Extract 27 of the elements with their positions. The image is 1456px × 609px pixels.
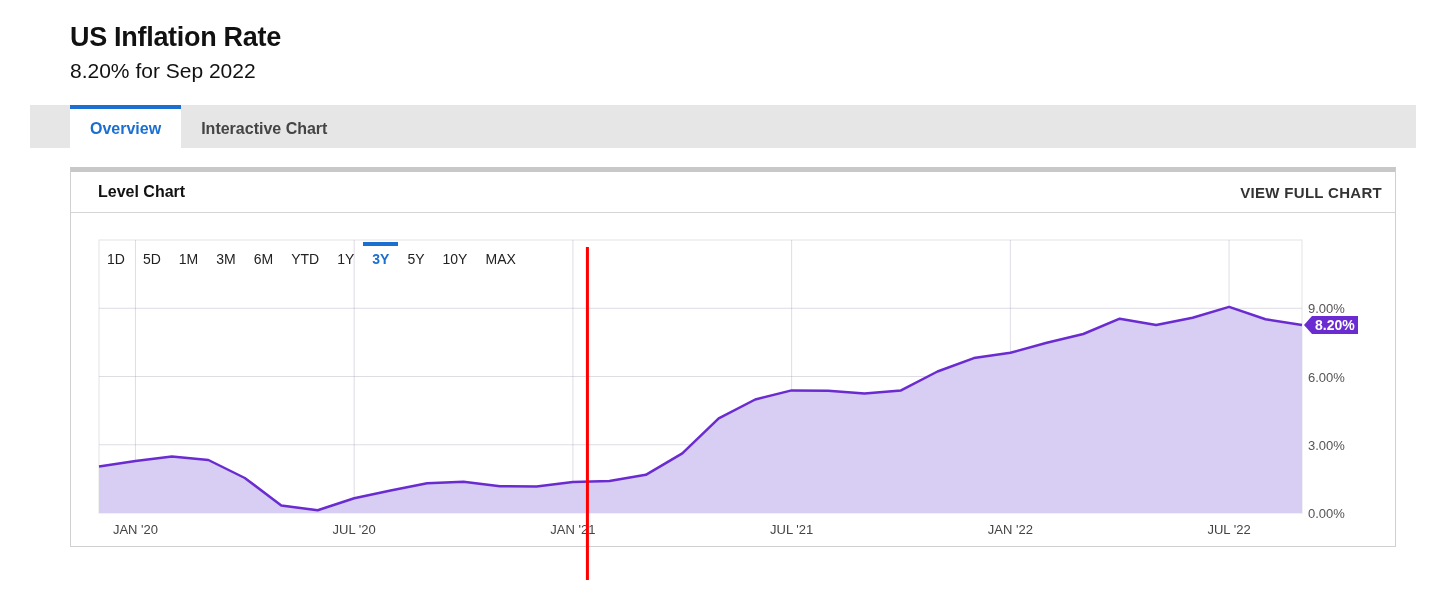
y-axis-label: 3.00% [1308, 437, 1345, 453]
range-button[interactable]: 3Y [363, 242, 399, 270]
range-button[interactable]: 1M [169, 242, 208, 270]
range-button[interactable]: 5Y [398, 242, 434, 270]
x-axis-label: JAN '20 [112, 522, 158, 537]
range-button[interactable]: 10Y [433, 242, 477, 270]
card-title: Level Chart [98, 183, 186, 201]
range-button[interactable]: YTD [282, 242, 329, 270]
x-axis-label: JUL '20 [332, 522, 376, 537]
range-button[interactable]: 5D [133, 242, 170, 270]
x-axis-label: JUL '22 [1207, 522, 1251, 537]
view-full-chart-link[interactable]: VIEW FULL CHART [1240, 183, 1382, 201]
range-button[interactable]: 1Y [328, 242, 364, 270]
page-title: US Inflation Rate [70, 22, 282, 53]
y-axis-label: 6.00% [1308, 369, 1345, 385]
range-button[interactable]: 3M [207, 242, 245, 270]
x-axis-label: JUL '21 [770, 522, 814, 537]
range-button[interactable]: 6M [244, 242, 283, 270]
y-axis-label: 9.00% [1308, 301, 1345, 317]
value-badge: 8.20% [1304, 316, 1358, 335]
x-axis-label: JAN '22 [987, 522, 1033, 537]
range-button[interactable]: MAX [476, 242, 525, 270]
page-subtitle: 8.20% for Sep 2022 [70, 59, 257, 83]
tab[interactable]: Interactive Chart [181, 105, 348, 148]
range-button[interactable]: 1D [98, 242, 134, 270]
y-axis-label: 0.00% [1308, 506, 1345, 521]
tab[interactable]: Overview [70, 105, 182, 148]
